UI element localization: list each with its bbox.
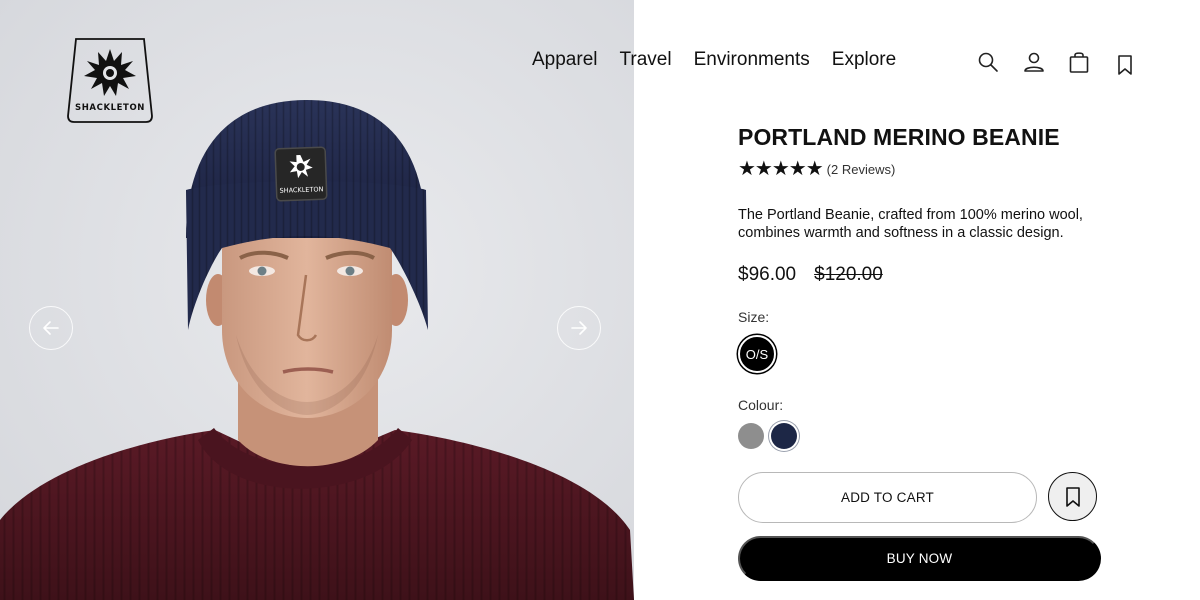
product-rating: ★★★★★ (2 Reviews) — [738, 158, 895, 180]
rating-stars: ★★★★★ — [738, 158, 824, 180]
size-label: Size: — [738, 309, 770, 325]
bookmark-icon — [1065, 486, 1080, 507]
arrow-right-icon — [571, 321, 587, 335]
add-to-wishlist-button[interactable] — [1048, 472, 1097, 521]
nav-item-travel[interactable]: Travel — [620, 49, 672, 71]
nav-item-apparel[interactable]: Apparel — [532, 49, 598, 71]
product-description: The Portland Beanie, crafted from 100% m… — [738, 207, 1083, 241]
product-price: $96.00 $120.00 — [738, 264, 883, 286]
original-price: $120.00 — [814, 264, 883, 285]
product-title: PORTLAND MERINO BEANIE — [738, 124, 1060, 150]
colour-label: Colour: — [738, 397, 784, 413]
product-details: PORTLAND MERINO BEANIE ★★★★★ (2 Reviews)… — [738, 0, 1118, 600]
size-option-os[interactable]: O/S — [738, 335, 776, 373]
brand-name: SHACKLETON — [75, 103, 145, 113]
beanie-patch-text: SHACKLETON — [279, 185, 323, 195]
arrow-left-icon — [43, 321, 59, 335]
add-to-cart-button[interactable]: ADD TO CART — [738, 472, 1037, 523]
carousel-next-button[interactable] — [557, 306, 601, 350]
bookmark-icon — [1118, 55, 1132, 75]
colour-swatch-navy[interactable] — [771, 423, 797, 449]
product-image: SHACKLETON SHACKLETON — [0, 0, 634, 600]
colour-swatch-grey[interactable] — [738, 423, 764, 449]
reviews-link[interactable]: (2 Reviews) — [827, 162, 896, 177]
carousel-prev-button[interactable] — [29, 306, 73, 350]
sale-price: $96.00 — [738, 264, 797, 285]
buy-now-button[interactable]: BUY NOW — [738, 536, 1101, 581]
brand-logo[interactable]: SHACKLETON — [66, 36, 154, 123]
